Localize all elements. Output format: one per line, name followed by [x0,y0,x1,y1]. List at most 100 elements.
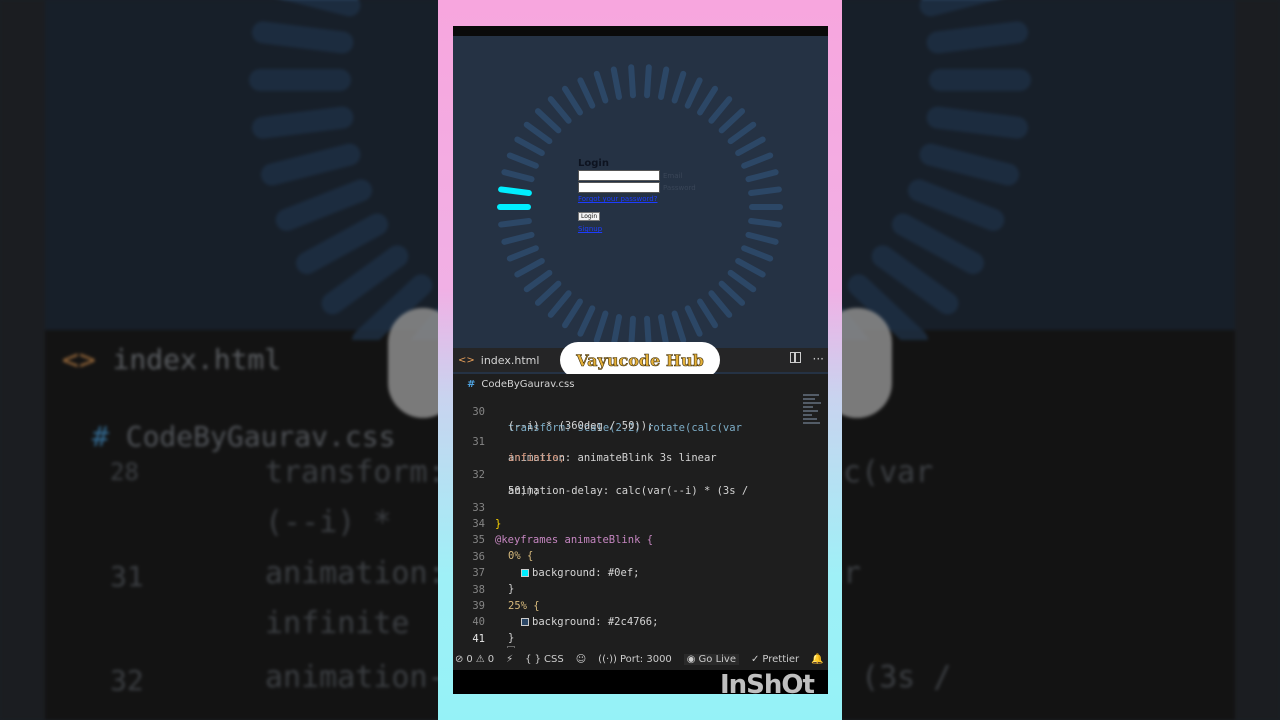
ring-bar [708,96,733,124]
ring-bar [514,136,545,157]
password-row: Password [578,182,778,193]
line-text: background: #2c4766; [521,614,658,630]
ring-bar [727,269,757,293]
email-row: Email [578,170,778,181]
port-indicator[interactable]: ((·)) Port: 3000 [598,654,672,665]
ring-bar [561,298,583,329]
language-mode[interactable]: { } CSS [525,654,564,665]
status-bar: ⊘ 0 ⚠ 0 ⚡ { } CSS ☺ ((·)) Port: 3000 ◉ G [453,648,828,670]
email-field[interactable] [578,170,660,181]
line-text: (--i) * (360deg / 50)); [508,420,654,432]
ring-bar [547,96,572,124]
ring-bar [498,218,532,228]
ring-bar [501,231,535,245]
code-line: 32 animation-delay: calc(var(--i) * (3s … [453,451,748,497]
ring-bar [523,121,553,145]
login-title: Login [578,158,609,169]
phone-frame: Login Email Password Forgot your passwor… [438,0,842,720]
radio-icon: ◉ [686,653,696,665]
line-text: @keyframes animateBlink { [495,534,654,546]
ring-bar [697,298,719,329]
ring-bar [523,269,553,293]
error-icon: ⊘ [455,653,464,665]
ring-bar [534,280,562,306]
ring-bar [610,66,623,100]
braces-icon: { } [525,653,542,665]
ring-bar [506,152,539,169]
ring-bar [697,85,719,116]
code-area[interactable]: 30 transform: scale(2.2) rotate(calc(var… [453,388,828,664]
code-line: 40 } [453,598,516,644]
ring-bar [547,290,572,318]
ring-bar [671,70,687,104]
ring-bar [628,64,636,99]
go-live-button[interactable]: ◉ Go Live [683,653,739,665]
code-line: 50)); [453,467,540,497]
warning-icon: ⚠ [475,653,485,665]
email-label: Email [663,171,683,180]
ring-bar [506,245,539,262]
port-label: Port: 3000 [619,653,672,665]
ring-bar [735,136,766,157]
badge-text: Vayucode Hub [576,350,704,370]
login-button[interactable]: Login [578,212,601,221]
broadcast-icon: ((·)) [598,653,617,665]
more-actions-icon[interactable]: ··· [813,352,824,366]
ring-bar [684,305,703,337]
ring-bar [657,314,670,348]
ring-bar [684,77,703,109]
login-form: Login Email Password Forgot your passwor… [578,158,778,233]
ring-bar [577,77,596,109]
warning-count: 0 [487,653,495,665]
ring-bar [501,169,535,183]
ring-bar [708,290,733,318]
top-bar [453,26,828,36]
watermark: InShOt [720,670,815,700]
live-preview: Login Email Password Forgot your passwor… [453,36,828,376]
ring-bar [718,108,746,134]
code-line: 37 } [453,549,516,595]
tab-label: index.html [480,353,540,367]
editor-screen: Login Email Password Forgot your passwor… [453,26,828,694]
sync-icon[interactable]: ⚡ [506,654,513,665]
ring-bar [745,231,779,245]
channel-badge: Vayucode Hub [560,342,720,378]
tab-index-html[interactable]: <> index.html [453,354,539,367]
code-line: (--i) * (360deg / 50)); [453,402,653,432]
code-line: 41 } [453,615,516,664]
code-line: infinite; [453,434,565,464]
ring-bar [593,310,609,344]
ring-bar [561,85,583,116]
color-swatch[interactable] [521,618,529,626]
line-text: background: #0ef; [521,565,639,581]
line-number: 41 [472,633,485,645]
code-line: 36 background: #0ef; [453,533,639,579]
password-label: Password [663,183,696,192]
ring-bar [514,257,545,278]
ring-bar [657,66,670,100]
code-line: 34 @keyframes animateBlink { [453,500,653,546]
html-file-icon: <> [458,354,475,366]
language-label: CSS [544,653,564,665]
ring-bar [671,310,687,344]
color-swatch[interactable] [521,569,529,577]
problems-indicator[interactable]: ⊘ 0 ⚠ 0 [455,654,494,665]
ring-bar [718,280,746,306]
check-double-icon: ✓ [751,653,760,665]
ring-bar-lit [498,186,532,196]
split-editor-icon[interactable] [789,352,801,363]
code-line: 39 background: #2c4766; [453,582,658,628]
video-frame: <> index.html # CodeByGaurav.css 28 tran… [0,0,1280,720]
line-text: animation-delay: calc(var(--i) * (3s / [508,485,749,497]
prettier-button[interactable]: ✓ Prettier [751,654,799,665]
copilot-icon[interactable]: ☺ [576,654,586,665]
minimap[interactable] [803,394,823,432]
ring-bar [577,305,596,337]
password-field[interactable] [578,182,660,193]
ring-bar [727,121,757,145]
forgot-password-link[interactable]: Forgot your password? [578,195,778,203]
signup-link[interactable]: Signup [578,225,778,233]
code-line: 35 0% { [453,516,533,562]
bell-icon[interactable]: 🔔 [811,654,823,665]
ring-bar [593,70,609,104]
